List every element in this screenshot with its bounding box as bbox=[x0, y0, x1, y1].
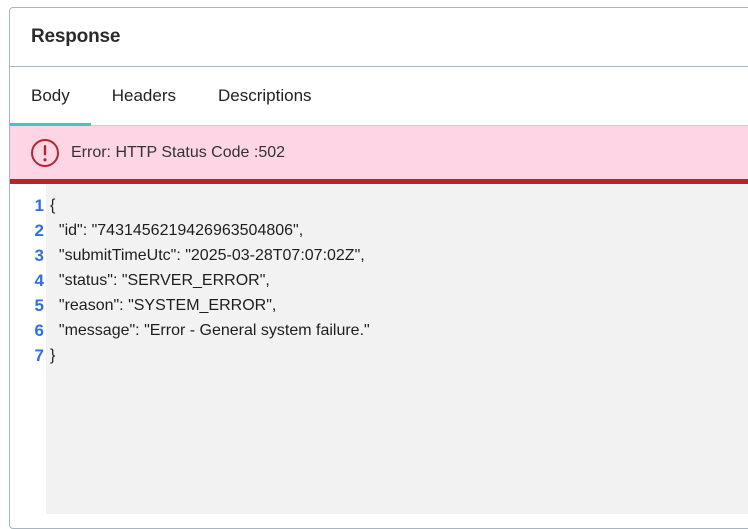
line-number: 6 bbox=[34, 321, 44, 340]
code-line: "status": "SERVER_ERROR", bbox=[50, 272, 270, 289]
line-number: 7 bbox=[34, 346, 44, 365]
line-number-gutter: 1 2 3 4 5 6 7 bbox=[10, 184, 46, 514]
line-number: 1 bbox=[34, 196, 44, 215]
code-line: "submitTimeUtc": "2025-03-28T07:07:02Z", bbox=[50, 247, 365, 264]
line-number: 5 bbox=[34, 296, 44, 315]
panel-title: Response bbox=[31, 26, 121, 47]
tab-descriptions-label: Descriptions bbox=[218, 86, 312, 105]
code-line: { bbox=[50, 197, 56, 214]
tab-body-label: Body bbox=[31, 86, 70, 105]
line-number: 4 bbox=[34, 271, 44, 290]
response-tabs: Body Headers Descriptions bbox=[10, 67, 748, 126]
error-alert: Error: HTTP Status Code :502 bbox=[10, 126, 748, 184]
code-line: } bbox=[50, 347, 56, 364]
code-line: "message": "Error - General system failu… bbox=[50, 322, 370, 339]
panel-header: Response bbox=[10, 8, 748, 67]
tab-headers[interactable]: Headers bbox=[91, 67, 197, 125]
error-circle-icon bbox=[30, 138, 60, 168]
tab-headers-label: Headers bbox=[111, 86, 177, 105]
json-code-viewer[interactable]: 1 2 3 4 5 6 7 { "id": "74314562194269635… bbox=[10, 184, 748, 514]
code-line: "id": "743145621942696350480​6", bbox=[50, 222, 304, 239]
tab-body[interactable]: Body bbox=[10, 67, 91, 126]
line-number: 2 bbox=[34, 221, 44, 240]
error-message: Error: HTTP Status Code :502 bbox=[71, 143, 286, 161]
response-panel: Response Body Headers Descriptions Error… bbox=[9, 7, 748, 529]
tab-descriptions[interactable]: Descriptions bbox=[197, 67, 333, 125]
code-line: "reason": "SYSTEM_ERROR", bbox=[50, 297, 277, 314]
line-number: 3 bbox=[34, 246, 44, 265]
code-content[interactable]: { "id": "743145621942696350480​6", "subm… bbox=[46, 184, 748, 514]
